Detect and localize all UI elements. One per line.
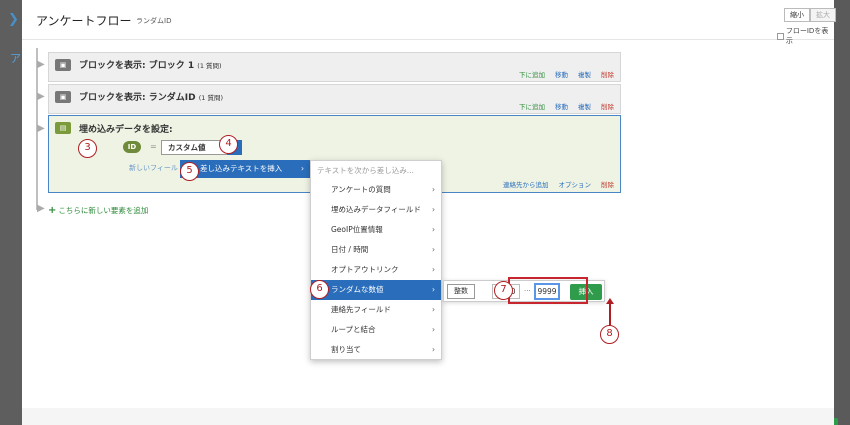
chevron-right-icon: ›	[432, 185, 435, 194]
background-link-icon: ア	[10, 52, 21, 65]
delete-link[interactable]: 削除	[601, 101, 614, 111]
delete-link[interactable]: 削除	[601, 179, 614, 189]
annotation-marker-3: 3	[78, 139, 97, 158]
piped-text-menu: テキストを次から差し込み... アンケートの質問 › 埋め込みデータフィールド › …	[310, 160, 442, 360]
block-title-text: ブロックを表示: ランダムID	[79, 93, 196, 103]
menu-item-opt-out-link[interactable]: オプトアウトリンク ›	[311, 260, 441, 280]
arrow-right-icon: ▶	[37, 123, 45, 134]
arrow-right-icon: ▶	[37, 203, 45, 214]
chevron-right-icon: ›	[432, 205, 435, 214]
flow-block-2[interactable]: ▣ ブロックを表示: ランダムID (1 質問) 下に追加 移動 複製 削除	[48, 84, 621, 114]
modal-header: アンケートフロー ランダムID 縮小 拡大 フローIDを表示	[22, 0, 836, 45]
chevron-right-icon: ›	[432, 345, 435, 354]
menu-item-random-number[interactable]: ランダムな数値 ›	[311, 280, 441, 300]
block-question-count: (1 質問)	[197, 62, 222, 70]
highlight-box	[508, 277, 588, 304]
menu-item-survey-question[interactable]: アンケートの質問 ›	[311, 180, 441, 200]
arrow-right-icon: ▶	[37, 91, 45, 102]
menu-item-label: ループと結合	[331, 325, 376, 334]
block-icon: ▣	[55, 59, 71, 71]
chevron-right-icon: ›	[432, 305, 435, 314]
chevron-right-icon: ›	[301, 164, 304, 173]
number-type-select[interactable]: 整数	[447, 284, 475, 299]
menu-item-loop-merge[interactable]: ループと結合 ›	[311, 320, 441, 340]
chevron-right-icon: ›	[432, 265, 435, 274]
menu-item-date-time[interactable]: 日付 / 時間 ›	[311, 240, 441, 260]
flow-block-1[interactable]: ▣ ブロックを表示: ブロック 1 (1 質問) 下に追加 移動 複製 削除	[48, 52, 621, 82]
block-question-count: (1 質問)	[198, 94, 223, 102]
duplicate-link[interactable]: 複製	[578, 101, 591, 111]
embedded-data-icon: ▤	[55, 122, 71, 134]
menu-item-label: 連絡先フィールド	[331, 305, 391, 314]
menu-item-label: 割り当て	[331, 345, 361, 354]
zoom-out-button[interactable]: 縮小	[784, 8, 810, 22]
menu-item-label: 埋め込みデータフィールド	[331, 205, 421, 214]
delete-link[interactable]: 削除	[601, 69, 614, 79]
menu-item-label: アンケートの質問	[331, 185, 391, 194]
menu-header: テキストを次から差し込み...	[317, 166, 414, 175]
chevron-right-icon: ›	[432, 225, 435, 234]
modal-subtitle: ランダムID	[136, 17, 172, 25]
add-below-link[interactable]: 下に追加	[519, 101, 545, 111]
add-new-element-label: こちらに新しい要素を追加	[58, 206, 149, 215]
move-link[interactable]: 移動	[555, 69, 568, 79]
options-link[interactable]: オプション	[559, 179, 592, 189]
annotation-arrow-line	[609, 303, 611, 325]
insert-piped-text-label: 差し込みテキストを挿入	[200, 164, 283, 173]
embedded-data-title: 埋め込みデータを設定:	[79, 125, 173, 135]
add-below-link[interactable]: 下に追加	[519, 69, 545, 79]
block-title-text: ブロックを表示: ブロック 1	[79, 61, 195, 71]
field-name-pill[interactable]: ID	[123, 141, 141, 153]
modal-title: アンケートフロー	[36, 14, 132, 28]
menu-item-label: 日付 / 時間	[331, 245, 369, 254]
show-flow-id-toggle[interactable]: フローIDを表示	[777, 26, 834, 46]
duplicate-link[interactable]: 複製	[578, 69, 591, 79]
block-title: ブロックを表示: ランダムID (1 質問)	[79, 90, 223, 103]
checkbox-icon[interactable]	[777, 32, 784, 40]
move-link[interactable]: 移動	[555, 101, 568, 111]
chevron-right-icon: ❯	[8, 12, 19, 27]
annotation-marker-6: 6	[310, 280, 329, 299]
equals-sign: =	[150, 142, 157, 151]
plus-icon: +	[48, 205, 57, 216]
menu-item-label: GeoIP位置情報	[331, 225, 383, 234]
annotation-marker-4: 4	[219, 135, 238, 154]
show-flow-id-label: フローIDを表示	[785, 27, 829, 45]
annotation-marker-8: 8	[600, 325, 619, 344]
add-from-contact-link[interactable]: 連絡先から追加	[503, 179, 549, 189]
embedded-actions: 連絡先から追加 オプション 削除	[503, 179, 614, 189]
menu-item-geoip[interactable]: GeoIP位置情報 ›	[311, 220, 441, 240]
block-actions: 下に追加 移動 複製 削除	[519, 101, 614, 111]
modal-footer	[22, 408, 834, 425]
menu-item-label: ランダムな数値	[331, 285, 384, 294]
menu-item-embedded-data[interactable]: 埋め込みデータフィールド ›	[311, 200, 441, 220]
chevron-right-icon: ›	[432, 285, 435, 294]
chevron-right-icon: ›	[432, 245, 435, 254]
block-title: ブロックを表示: ブロック 1 (1 質問)	[79, 58, 222, 71]
block-icon: ▣	[55, 91, 71, 103]
chevron-right-icon: ›	[432, 325, 435, 334]
annotation-marker-7: 7	[494, 281, 513, 300]
menu-item-contact-field[interactable]: 連絡先フィールド ›	[311, 300, 441, 320]
background-page-right	[834, 0, 850, 425]
annotation-marker-5: 5	[180, 162, 199, 181]
zoom-controls: 縮小 拡大	[784, 8, 836, 22]
menu-item-label: オプトアウトリンク	[331, 265, 399, 274]
arrow-right-icon: ▶	[37, 59, 45, 70]
menu-item-quotas[interactable]: 割り当て ›	[311, 340, 441, 360]
add-new-element-link[interactable]: + こちらに新しい要素を追加	[48, 205, 148, 216]
block-actions: 下に追加 移動 複製 削除	[519, 69, 614, 79]
zoom-in-button[interactable]: 拡大	[810, 8, 836, 22]
insert-piped-text-menu-item[interactable]: 差し込みテキストを挿入 ›	[180, 160, 310, 178]
